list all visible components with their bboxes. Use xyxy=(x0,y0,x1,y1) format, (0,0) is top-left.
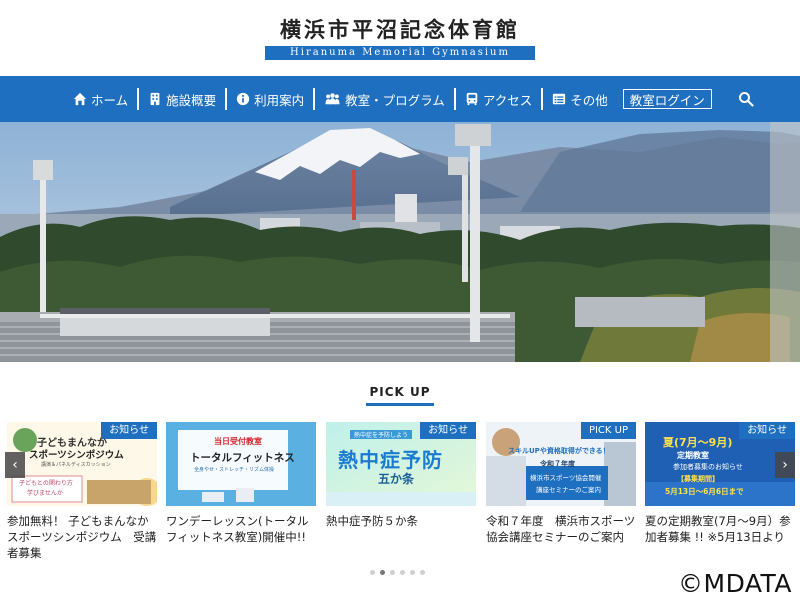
card-image-text: 定期教室 xyxy=(677,451,709,460)
card-title[interactable]: 令和７年度 横浜市スポーツ協会講座セミナーのご案内 xyxy=(486,513,638,545)
card-image-text: 当日受付教室 xyxy=(214,437,262,446)
card-image-text: 講座セミナーのご案内 xyxy=(536,486,601,494)
nav-item-label: その他 xyxy=(570,92,608,108)
card-thumbnail: 子どもまんなか スポーツシンポジウム 講演＆パネルディスカッション 子どもとの関… xyxy=(7,422,157,506)
card-thumbnail: 当日受付教室 トータルフィットネス 全身やせ・ストレッチ・リズム体操 xyxy=(166,422,316,506)
card-image-text: スキルUPや資格取得ができる！ xyxy=(508,447,610,455)
nav-item-other[interactable]: その他 xyxy=(543,88,617,110)
site-logo[interactable]: 横浜市平沼記念体育館 Hiranuma Memorial Gymnasium xyxy=(265,18,535,60)
info-icon xyxy=(237,92,250,106)
bus-icon xyxy=(466,92,478,106)
card-badge: お知らせ xyxy=(739,422,795,439)
card-badge: PICK UP xyxy=(580,422,636,439)
card-badge: お知らせ xyxy=(101,422,157,439)
card-image-text: 5月13日～6月6日まで xyxy=(665,487,744,496)
card-image-text: 講演＆パネルディスカッション xyxy=(41,462,111,468)
watermark: ©MDATA xyxy=(678,569,792,598)
pickup-carousel: 子どもまんなか スポーツシンポジウム 講演＆パネルディスカッション 子どもとの関… xyxy=(0,422,800,582)
pagination-dot[interactable] xyxy=(400,570,405,575)
pagination-dot-active[interactable] xyxy=(380,570,385,575)
nav-item-access[interactable]: アクセス xyxy=(456,88,544,110)
search-icon[interactable] xyxy=(738,91,754,107)
pickup-card[interactable]: 当日受付教室 トータルフィットネス 全身やせ・ストレッチ・リズム体操 ワンデーレ… xyxy=(166,422,316,545)
card-image-text: 学びませんか xyxy=(27,490,63,497)
card-thumbnail: スキルUPや資格取得ができる！ 令和７年度 横浜市スポーツ協会開催 講座セミナー… xyxy=(486,422,636,506)
card-image-text: 横浜市スポーツ協会開催 xyxy=(530,474,602,482)
nav-item-label: アクセス xyxy=(482,92,533,108)
pagination-dot[interactable] xyxy=(390,570,395,575)
card-badge: お知らせ xyxy=(420,422,476,439)
pickup-card[interactable]: 熱中症を予防しよう 熱中症予防 五か条 お知らせ 熱中症予防５か条 xyxy=(326,422,476,529)
card-image-text: 五か条 xyxy=(378,472,415,486)
card-thumbnail: 熱中症を予防しよう 熱中症予防 五か条 お知らせ xyxy=(326,422,476,506)
carousel-pagination xyxy=(370,570,425,575)
hero-image-mt-fuji-stadium xyxy=(0,122,800,362)
card-thumbnail: 夏(7月～9月) 定期教室 参加者募集のお知らせ 【募集期間】 5月13日～6月… xyxy=(645,422,795,506)
pickup-card[interactable]: 子どもまんなか スポーツシンポジウム 講演＆パネルディスカッション 子どもとの関… xyxy=(7,422,157,561)
card-image-text: 子どもとの関わり方 xyxy=(19,480,73,487)
people-icon xyxy=(325,93,340,105)
nav-item-facility[interactable]: 施設概要 xyxy=(139,88,228,110)
card-image-text: 全身やせ・ストレッチ・リズム体操 xyxy=(194,467,275,473)
card-image-text: 熱中症を予防しよう xyxy=(350,430,413,439)
pagination-dot[interactable] xyxy=(410,570,415,575)
carousel-next-button[interactable]: › xyxy=(775,452,795,478)
pickup-card[interactable]: 夏(7月～9月) 定期教室 参加者募集のお知らせ 【募集期間】 5月13日～6月… xyxy=(645,422,795,545)
card-image-text: 熱中症予防 xyxy=(338,448,443,472)
card-title[interactable]: 熱中症予防５か条 xyxy=(326,513,478,529)
home-icon xyxy=(73,92,87,106)
card-title[interactable]: ワンデーレッスン(トータルフィットネス教室)開催中!! xyxy=(166,513,318,545)
nav-item-label: 教室・プログラム xyxy=(345,92,445,108)
card-image-text: 参加者募集のお知らせ xyxy=(673,463,743,471)
pickup-heading-underline xyxy=(366,403,434,406)
nav-item-usage[interactable]: 利用案内 xyxy=(227,88,316,110)
main-nav: ホーム 施設概要 利用案内 教室・プログラム アクセス その他 教室ログイン xyxy=(0,76,800,122)
card-title[interactable]: 夏の定期教室(7月～9月）参加者募集 !! ※5月13日より xyxy=(645,513,797,545)
pickup-heading: PICK UP xyxy=(369,385,431,399)
card-title[interactable]: 参加無料！ 子どもまんなかスポーツシンポジウム 受講者募集 xyxy=(7,513,159,561)
card-image-text: 夏(7月～9月) xyxy=(663,436,733,449)
site-header: 横浜市平沼記念体育館 Hiranuma Memorial Gymnasium xyxy=(0,0,800,76)
carousel-prev-button[interactable]: ‹ xyxy=(5,452,25,478)
nav-item-label: 利用案内 xyxy=(254,92,305,108)
nav-item-home[interactable]: ホーム xyxy=(64,88,140,110)
logo-title-jp: 横浜市平沼記念体育館 xyxy=(280,17,520,42)
nav-item-programs[interactable]: 教室・プログラム xyxy=(315,88,456,110)
nav-item-label: 施設概要 xyxy=(166,92,217,108)
nav-item-label: ホーム xyxy=(91,92,129,108)
building-icon xyxy=(150,92,160,106)
pagination-dot[interactable] xyxy=(370,570,375,575)
card-image-text: 令和７年度 xyxy=(540,460,575,468)
card-image-text: スポーツシンポジウム xyxy=(29,450,124,461)
pickup-card[interactable]: スキルUPや資格取得ができる！ 令和７年度 横浜市スポーツ協会開催 講座セミナー… xyxy=(486,422,636,545)
card-image-text: トータルフィットネス xyxy=(190,452,295,464)
hero-slideshow[interactable] xyxy=(0,122,800,362)
class-login-button[interactable]: 教室ログイン xyxy=(622,89,712,109)
logo-title-en: Hiranuma Memorial Gymnasium xyxy=(265,46,535,60)
list-icon xyxy=(553,93,566,105)
pagination-dot[interactable] xyxy=(420,570,425,575)
card-image-text: 【募集期間】 xyxy=(677,475,719,483)
